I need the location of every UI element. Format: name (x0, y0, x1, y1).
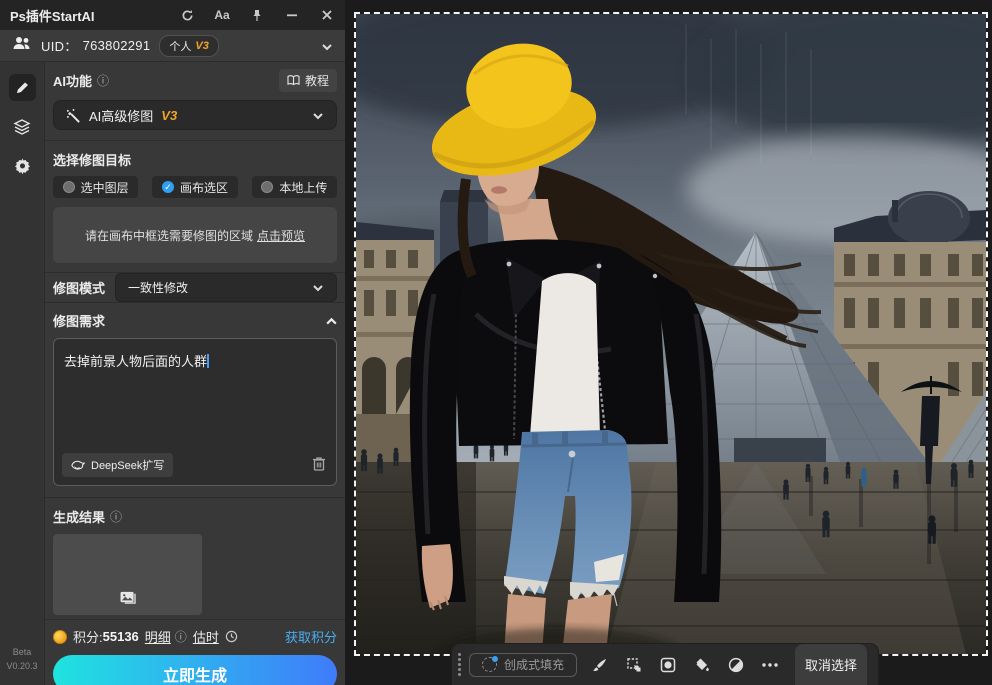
minimize-icon[interactable] (284, 7, 300, 23)
credits-detail-link[interactable]: 明细 (145, 627, 171, 646)
tutorial-button[interactable]: 教程 (279, 69, 337, 92)
feature-name: AI高级修图 (89, 106, 153, 125)
ai-function-label: AI功能 (53, 71, 92, 90)
contextual-taskbar: 创成式填充 取消选择 (452, 644, 878, 685)
layers-tab-icon[interactable] (9, 113, 36, 140)
feature-select[interactable]: AI高级修图 V3 (53, 100, 337, 130)
generate-button[interactable]: 立即生成 (53, 655, 337, 685)
chevron-down-icon (312, 282, 324, 294)
preview-link[interactable]: 点击预览 (257, 227, 305, 244)
info-icon[interactable]: ⓘ (110, 508, 122, 525)
deselect-button[interactable]: 取消选择 (795, 644, 867, 685)
document-photo[interactable] (356, 14, 986, 654)
feature-version: V3 (161, 108, 177, 123)
chevron-down-icon[interactable] (321, 40, 333, 52)
radio-selected-layer[interactable]: 选中图层 (53, 176, 138, 198)
magic-wand-icon (66, 108, 81, 123)
title-bar: Ps插件StartAI Aa (0, 0, 345, 30)
section-target: 选择修图目标 选中图层 ✓ 画布选区 本地上传 (45, 141, 345, 273)
radio-icon (261, 181, 273, 193)
mode-select[interactable]: 一致性修改 (115, 273, 337, 302)
radio-icon (63, 181, 75, 193)
target-label: 选择修图目标 (53, 150, 337, 169)
deepseek-expand-button[interactable]: DeepSeek扩写 (62, 453, 173, 477)
paint-bucket-icon[interactable] (685, 652, 719, 678)
estimate-link[interactable]: 估时 (193, 627, 219, 646)
mask-icon[interactable] (651, 652, 685, 678)
trash-icon[interactable] (312, 456, 326, 476)
clock-icon (225, 630, 238, 643)
selection-hint: 请在画布中框选需要修图的区域 点击预览 (53, 207, 337, 263)
get-credits-link[interactable]: 获取积分 (285, 627, 337, 646)
generative-fill-icon (482, 657, 497, 672)
refresh-icon[interactable] (179, 7, 195, 23)
font-size-icon[interactable]: Aa (214, 7, 230, 23)
book-icon (287, 75, 300, 86)
credits-label: 积分: (73, 627, 103, 646)
image-placeholder-icon (119, 591, 136, 610)
plan-name: 个人 (169, 38, 191, 54)
prompt-textarea[interactable]: 去掉前景人物后面的人群 DeepSeek扩写 (53, 338, 337, 486)
prompt-text: 去掉前景人物后面的人群 (64, 354, 207, 369)
section-ai-function: AI功能 ⓘ 教程 AI高级修图 V3 (45, 62, 345, 141)
generative-fill-button[interactable]: 创成式填充 (469, 653, 577, 677)
more-options-icon[interactable] (753, 652, 787, 678)
section-result: 生成结果 ⓘ (45, 498, 345, 620)
credits-value: 55136 (103, 629, 139, 644)
app-root: Ps插件StartAI Aa UID： (0, 0, 992, 685)
photo-illustration (356, 14, 986, 654)
adjustment-icon[interactable] (719, 652, 753, 678)
canvas-area[interactable]: 创成式填充 取消选择 (345, 0, 992, 685)
pin-icon[interactable] (249, 7, 265, 23)
text-cursor (207, 354, 209, 368)
section-prompt: 修图需求 去掉前景人物后面的人群 DeepSeek扩写 (45, 303, 345, 498)
window-title: Ps插件StartAI (10, 6, 95, 25)
brush-tool-icon[interactable] (583, 652, 617, 678)
account-bar[interactable]: UID： 763802291 个人 V3 (0, 30, 345, 62)
edit-tab-pencil-icon[interactable] (9, 74, 36, 101)
settings-gear-icon[interactable] (9, 152, 36, 179)
whale-icon (71, 460, 85, 470)
section-mode: 修图模式 一致性修改 (45, 273, 345, 303)
users-icon (12, 36, 32, 56)
beta-version: Beta V0.20.3 (0, 646, 44, 673)
section-footer: 积分: 55136 明细 ⓘ 估时 获取积分 立即生成 (45, 620, 345, 685)
result-label: 生成结果 (53, 507, 105, 526)
radio-local-upload[interactable]: 本地上传 (252, 176, 337, 198)
plan-badge: 个人 V3 (159, 35, 218, 57)
info-icon: ⓘ (175, 628, 187, 645)
chevron-down-icon (312, 109, 324, 121)
mode-label: 修图模式 (53, 278, 105, 297)
info-icon[interactable]: ⓘ (97, 72, 109, 89)
plugin-panel: Ps插件StartAI Aa UID： (0, 0, 345, 685)
chevron-up-icon[interactable] (325, 315, 337, 327)
uid-label: UID： (41, 36, 78, 55)
taskbar-drag-handle[interactable] (458, 653, 461, 676)
transform-select-icon[interactable] (617, 652, 651, 678)
uid-value: 763802291 (83, 38, 151, 53)
radio-checked-icon: ✓ (162, 181, 174, 193)
result-thumbnail-empty[interactable] (53, 534, 202, 615)
plan-version: V3 (195, 40, 208, 52)
radio-canvas-selection[interactable]: ✓ 画布选区 (152, 176, 237, 198)
tool-rail: Beta V0.20.3 (0, 62, 45, 685)
close-icon[interactable] (319, 7, 335, 23)
coin-icon (53, 630, 67, 644)
prompt-label: 修图需求 (53, 311, 105, 330)
